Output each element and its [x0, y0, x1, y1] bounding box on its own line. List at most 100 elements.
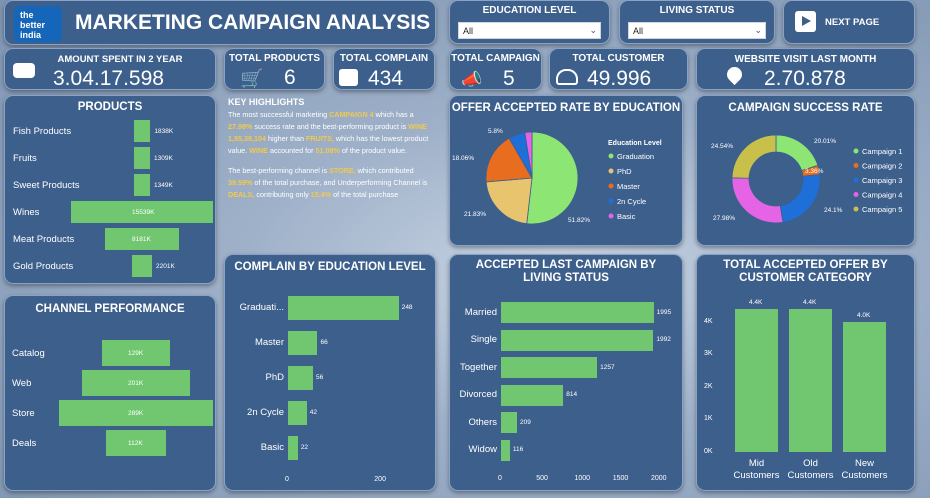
education-select[interactable]: All ⌄	[458, 22, 601, 39]
data-label: 1349K	[154, 182, 173, 189]
legend-title: Education Level	[608, 140, 662, 147]
data-label: 1995	[656, 308, 672, 316]
highlight-text: of the total purchase, and Underperformi…	[252, 178, 428, 187]
highlight-text: 27.98%	[228, 122, 253, 131]
slice-label: 5.8%	[488, 128, 503, 135]
kpi-complain-label: TOTAL COMPLAIN	[339, 53, 429, 64]
megaphone-icon: 📣	[461, 70, 483, 89]
highlight-text: which has a	[373, 110, 414, 119]
legend-label: Master	[617, 182, 640, 191]
bar	[501, 439, 510, 461]
data-label: 4.4K	[749, 298, 763, 306]
legend-marker	[853, 148, 859, 154]
data-label: 1257	[600, 363, 615, 371]
bar	[134, 174, 150, 196]
slice-label: 51.82%	[568, 217, 590, 224]
x-tick-label: 500	[536, 475, 548, 482]
brand-logo: the better india	[14, 6, 62, 42]
bar	[288, 401, 307, 425]
category-label: Web	[12, 378, 32, 389]
bar	[501, 384, 564, 406]
data-label: 15539K	[132, 209, 155, 216]
highlight-text: which contributed	[355, 166, 414, 175]
bar	[131, 255, 153, 277]
data-label: 129K	[128, 350, 144, 357]
data-label: 289K	[128, 410, 144, 417]
chevron-down-icon: ⌄	[754, 25, 762, 35]
category-label: Divorced	[459, 389, 498, 400]
donut-slice	[731, 134, 777, 179]
products-chart: Fish Products 1838K Fruits 1309K Sweet Produ…	[5, 96, 215, 283]
living-chart: Married 1995 Single 1992 Together 1257 Divorce…	[450, 255, 682, 490]
legend-marker	[608, 183, 614, 189]
kpi-visit-label: WEBSITE VISIT LAST MONTH	[734, 54, 877, 65]
highlight-text: contributing only	[254, 190, 311, 199]
donut-slice	[779, 174, 821, 223]
cart-icon: 🛒	[240, 69, 264, 90]
campaign-donut-chart: 20.01% 3.36% 24.1% 27.98% 24.54% Campaign 1 Ca…	[711, 134, 902, 224]
bar	[288, 436, 298, 460]
slice-label: 20.01%	[814, 138, 836, 145]
campaign-donut-card: CAMPAIGN SUCCESS RATE 20.01% 3.36% 24.1% 27…	[696, 95, 915, 246]
highlight-text: of the total purchase	[331, 190, 399, 199]
location-pin-icon	[723, 63, 746, 86]
living-card: ACCEPTED LAST CAMPAIGN BY LIVING STATUS …	[449, 254, 683, 491]
data-label: 201K	[128, 380, 144, 387]
bar	[501, 412, 517, 433]
x-tick-label: 1000	[574, 475, 591, 482]
highlight-text: 15.4%	[310, 190, 332, 199]
play-icon	[795, 11, 816, 32]
x-tick-label: 200	[374, 476, 386, 483]
living-select[interactable]: All ⌄	[628, 22, 766, 39]
living-filter-label: LIVING STATUS	[659, 5, 735, 16]
data-label: 4.0K	[857, 311, 871, 319]
x-tick-label: 1500	[612, 475, 629, 482]
data-label: 56	[316, 374, 324, 381]
category-label: Together	[460, 361, 497, 373]
kpi-campaign: TOTAL CAMPAIGN 📣 5	[449, 48, 542, 90]
bar	[843, 321, 886, 452]
data-label: 4.4K	[803, 298, 817, 306]
complaint-icon	[339, 69, 358, 86]
data-label: 66	[320, 339, 328, 346]
data-label: 1992	[656, 336, 671, 343]
bar	[288, 331, 318, 355]
category-label: Sweet Products	[13, 180, 80, 191]
bar	[288, 296, 399, 320]
slice-label: 27.98%	[713, 215, 735, 222]
education-filter: EDUCATION LEVEL All ⌄	[449, 0, 610, 44]
category-label: Store	[12, 408, 35, 419]
category-label: Meat Products	[13, 234, 75, 245]
highlight-text: The most successful marketing	[228, 110, 330, 119]
kpi-products-label: TOTAL PRODUCTS	[228, 53, 321, 64]
category-label: Single	[470, 334, 497, 345]
highlight-text: 51.08%	[315, 146, 340, 155]
education-pie-card: OFFER ACCEPTED RATE BY EDUCATION 51.82% 2…	[449, 95, 683, 246]
next-page-button[interactable]: NEXT PAGE	[783, 0, 915, 44]
category-label: Mid Customers	[733, 458, 780, 481]
legend-marker	[608, 153, 614, 159]
highlight-text: FRUITS,	[305, 134, 334, 143]
kpi-customer-label: TOTAL CUSTOMER	[572, 53, 665, 64]
highlight-text: The best-performing channel is	[228, 166, 330, 175]
x-tick-label: 2000	[651, 475, 667, 482]
kpi-campaign-value: 5	[503, 67, 515, 90]
y-tick-label: 4K	[704, 317, 713, 325]
legend-label: Campaign 5	[862, 205, 902, 214]
chevron-down-icon: ⌄	[589, 25, 597, 35]
kpi-amount: AMOUNT SPENT IN 2 YEAR 3.04.17.598	[4, 48, 216, 90]
legend-marker	[608, 198, 614, 204]
highlight-text: STORE,	[329, 166, 356, 175]
legend-label: Basic	[617, 212, 636, 221]
education-select-value: All	[463, 26, 474, 36]
channel-chart: Catalog 129K Web 201K Store 289K Deals 112K	[5, 296, 215, 490]
slice-label: 3.36%	[805, 168, 824, 175]
category-label: Gold Products	[13, 261, 74, 272]
kpi-customer: TOTAL CUSTOMER 49.996	[549, 48, 688, 90]
legend-label: Campaign 2	[862, 162, 902, 171]
kpi-products-value: 6	[284, 66, 296, 89]
users-icon	[556, 69, 578, 85]
y-tick-label: 1K	[704, 415, 713, 423]
products-card: PRODUCTS Fish Products 1838K Fruits 1309K Sw…	[4, 95, 216, 284]
donut-slice	[775, 134, 819, 172]
